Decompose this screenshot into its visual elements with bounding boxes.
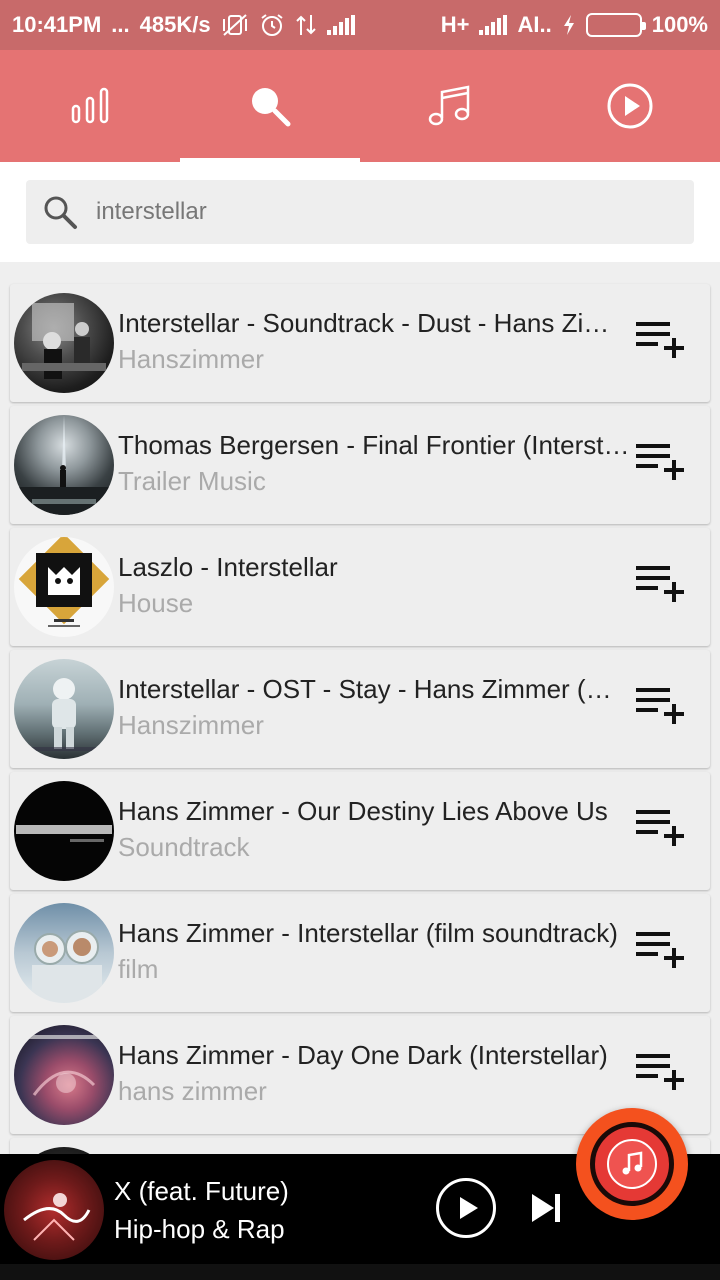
music-note-icon xyxy=(622,1151,643,1175)
charging-icon xyxy=(563,15,574,35)
track-genre: Trailer Music xyxy=(118,466,266,496)
track-genre: film xyxy=(118,954,159,984)
list-item[interactable]: Hans Zimmer - Our Destiny Lies Above Us … xyxy=(10,772,710,890)
track-title: Hans Zimmer - Interstellar (film soundtr… xyxy=(118,918,618,948)
track-genre: Hanszimmer xyxy=(118,710,264,740)
album-art xyxy=(14,903,114,1003)
track-title: Interstellar - OST - Stay - Hans Zimmer … xyxy=(118,674,630,704)
track-title: Thomas Bergersen - Final Frontier (Inter… xyxy=(118,430,630,460)
play-button[interactable] xyxy=(436,1178,496,1238)
player-album-art[interactable] xyxy=(4,1160,104,1260)
track-genre: House xyxy=(118,588,194,618)
signal-strength-icon xyxy=(326,15,355,35)
track-title: Interstellar - Soundtrack - Dust - Hans … xyxy=(118,308,630,338)
add-to-playlist-button[interactable] xyxy=(632,806,688,850)
playlist-add-icon xyxy=(636,444,684,480)
add-to-playlist-button[interactable] xyxy=(632,928,688,972)
playlist-add-icon xyxy=(636,322,684,358)
playlist-add-icon xyxy=(636,932,684,968)
carrier-type: H+ xyxy=(440,12,470,37)
now-playing-fab[interactable] xyxy=(576,1108,688,1220)
play-icon xyxy=(460,1197,478,1219)
tab-search[interactable] xyxy=(180,50,360,162)
playlist-add-icon xyxy=(636,1054,684,1090)
list-item[interactable]: Thomas Bergersen - Final Frontier (Inter… xyxy=(10,406,710,524)
list-item[interactable]: Hans Zimmer - Interstellar (film soundtr… xyxy=(10,894,710,1012)
search-section xyxy=(0,162,720,262)
signal-strength-icon-2 xyxy=(479,15,508,35)
add-to-playlist-button[interactable] xyxy=(632,562,688,606)
track-title: Hans Zimmer - Day One Dark (Interstellar… xyxy=(118,1040,608,1070)
search-input[interactable] xyxy=(96,198,656,226)
list-item[interactable]: Interstellar - OST - Stay - Hans Zimmer … xyxy=(10,650,710,768)
album-art xyxy=(14,1025,114,1125)
list-item[interactable]: Interstellar - Soundtrack - Dust - Hans … xyxy=(10,284,710,402)
carrier-name: AI.. xyxy=(517,12,552,37)
status-bar: 10:41PM ... 485K/s H+ AI.. 100% xyxy=(0,0,720,50)
skip-next-icon xyxy=(532,1194,560,1222)
fab-ring xyxy=(590,1122,674,1206)
add-to-playlist-button[interactable] xyxy=(632,684,688,728)
add-to-playlist-button[interactable] xyxy=(632,318,688,362)
vibrate-off-icon xyxy=(222,14,247,36)
add-to-playlist-button[interactable] xyxy=(632,1050,688,1094)
app-root: 10:41PM ... 485K/s H+ AI.. 100% interste… xyxy=(0,0,720,1280)
tab-equalizer[interactable] xyxy=(0,50,180,162)
playlist-add-icon xyxy=(636,566,684,602)
tab-bar xyxy=(0,50,720,162)
track-title: Hans Zimmer - Our Destiny Lies Above Us xyxy=(118,796,608,826)
add-to-playlist-button[interactable] xyxy=(632,440,688,484)
data-transfer-icon xyxy=(295,15,316,35)
fab-core xyxy=(607,1139,657,1189)
track-genre: hans zimmer xyxy=(118,1076,267,1106)
play-circle-icon xyxy=(607,83,653,129)
search-box[interactable] xyxy=(26,180,694,244)
album-art xyxy=(14,415,114,515)
album-art xyxy=(14,659,114,759)
playlist-add-icon xyxy=(636,688,684,724)
system-nav-strip xyxy=(0,1264,720,1280)
track-genre: Hanszimmer xyxy=(118,344,264,374)
network-speed: 485K/s xyxy=(139,12,211,37)
player-track-title: X (feat. Future) xyxy=(114,1176,289,1206)
track-title: Laszlo - Interstellar xyxy=(118,552,338,582)
battery-icon xyxy=(585,13,646,37)
album-art xyxy=(14,537,114,637)
list-item[interactable]: Laszlo - Interstellar House xyxy=(10,528,710,646)
status-time: 10:41PM xyxy=(12,12,102,37)
album-art xyxy=(14,293,114,393)
next-track-button[interactable] xyxy=(526,1188,566,1228)
album-art xyxy=(14,781,114,881)
search-icon xyxy=(44,196,77,229)
playlist-add-icon xyxy=(636,810,684,846)
music-note-icon xyxy=(428,85,470,126)
equalizer-icon xyxy=(71,87,109,124)
status-dots: ... xyxy=(111,12,130,37)
tab-now-playing[interactable] xyxy=(540,50,720,162)
search-icon xyxy=(252,88,291,127)
alarm-icon xyxy=(260,14,283,36)
tab-music[interactable] xyxy=(360,50,540,162)
track-genre: Soundtrack xyxy=(118,832,250,862)
player-track-genre: Hip-hop & Rap xyxy=(114,1214,285,1244)
battery-percent: 100% xyxy=(651,12,708,37)
